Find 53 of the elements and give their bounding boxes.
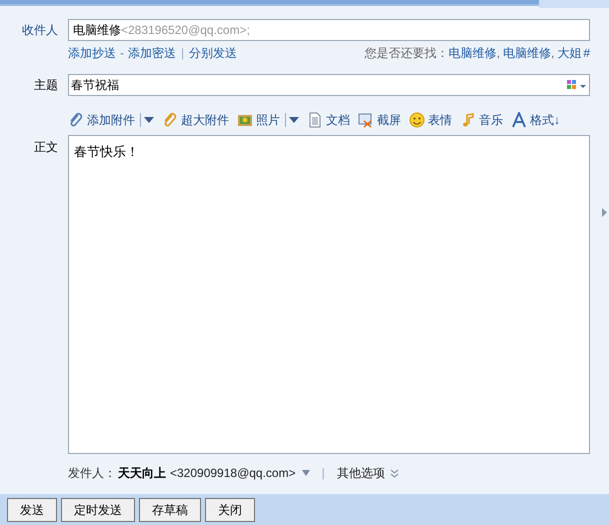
body-label: 正文: [34, 140, 58, 154]
toolbar-button[interactable]: 格式↓: [530, 111, 560, 129]
dropdown-caret-icon[interactable]: [289, 117, 299, 123]
action-button[interactable]: 存草稿: [139, 498, 201, 522]
recipient-field[interactable]: 电脑维修<283196520@qq.com>;: [68, 19, 590, 41]
music-note-icon[interactable]: [460, 112, 476, 128]
separator: |: [181, 45, 184, 62]
separator: ,: [496, 45, 500, 62]
toolbar-button[interactable]: 表情: [428, 111, 452, 129]
action-button[interactable]: 关闭: [205, 498, 255, 522]
link[interactable]: 添加密送: [128, 44, 176, 62]
recipient-name: 电脑维修: [73, 22, 121, 39]
paperclip-icon[interactable]: [162, 112, 178, 128]
separator: |: [322, 465, 325, 482]
action-button[interactable]: 发送: [7, 498, 57, 522]
dropdown-caret-icon[interactable]: [144, 117, 154, 123]
recipient-label: 收件人: [22, 23, 58, 37]
screenshot-icon[interactable]: [358, 112, 374, 128]
toolbar-button[interactable]: 添加附件: [87, 111, 135, 129]
link[interactable]: 分别发送: [189, 44, 238, 62]
suggestion-prompt: 您是否还要找：: [364, 45, 449, 62]
subject-field[interactable]: 春节祝福: [68, 74, 590, 96]
other-options-link[interactable]: 其他选项: [336, 464, 385, 482]
toolbar-button[interactable]: 超大附件: [181, 111, 229, 129]
body-editor[interactable]: 春节快乐！: [68, 135, 590, 454]
sender-name: 天天向上: [118, 465, 166, 482]
sender-label: 发件人：: [68, 465, 116, 482]
photo-icon[interactable]: [237, 112, 253, 128]
toolbar-button[interactable]: 音乐: [479, 111, 503, 129]
expand-arrow-icon[interactable]: [602, 208, 607, 217]
letter-a-icon[interactable]: [511, 112, 527, 128]
subject-text: 春节祝福: [71, 77, 120, 94]
toolbar-button[interactable]: 文档: [326, 111, 350, 129]
caret-icon[interactable]: [302, 470, 310, 476]
link[interactable]: 添加抄送: [68, 44, 116, 62]
body-text: 春节快乐！: [74, 144, 139, 159]
contact-link[interactable]: 电脑维修: [448, 44, 497, 62]
subject-label: 主题: [34, 78, 58, 92]
recipient-address: <283196520@qq.com>;: [121, 22, 250, 39]
action-button[interactable]: 定时发送: [61, 498, 135, 522]
double-chevron-icon[interactable]: [390, 468, 399, 478]
toolbar-button[interactable]: 截屏: [377, 111, 401, 129]
separator: -: [120, 45, 124, 62]
contact-link[interactable]: 电脑维修: [502, 44, 551, 62]
sender-address: <320909918@qq.com>: [170, 465, 296, 482]
grid-icon[interactable]: [567, 80, 587, 90]
separator: ,: [550, 45, 554, 62]
smiley-icon[interactable]: [409, 112, 425, 128]
paperclip-icon[interactable]: [68, 112, 84, 128]
toolbar-button[interactable]: 照片: [256, 111, 280, 129]
more-link[interactable]: #: [583, 44, 590, 62]
contact-link[interactable]: 大姐: [557, 44, 582, 62]
document-icon[interactable]: [307, 112, 323, 128]
